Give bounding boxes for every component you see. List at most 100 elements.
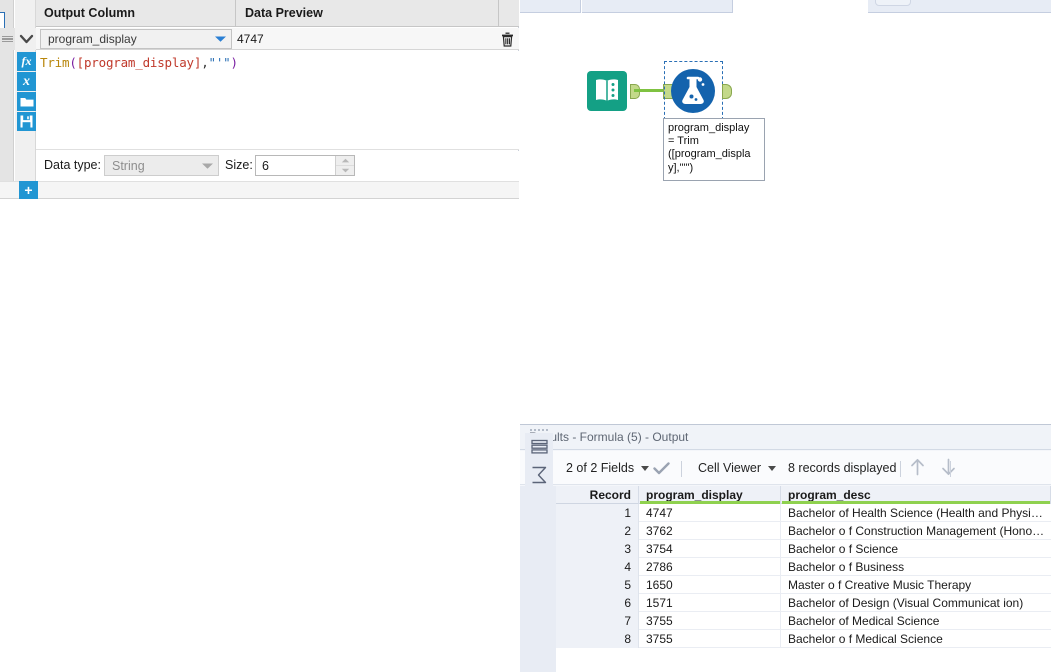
quantity-stepper[interactable] — [335, 156, 354, 175]
x-variable-icon[interactable]: x — [17, 72, 36, 91]
toolbar-divider — [950, 461, 951, 477]
header-actions — [500, 0, 519, 27]
config-bottom-bar — [0, 181, 519, 199]
table-row[interactable]: 2 3762 Bachelor o f Construction Managemen… — [556, 522, 1051, 540]
folder-open-icon[interactable] — [17, 92, 36, 111]
connection-line[interactable] — [634, 89, 666, 92]
cell-program-desc[interactable]: Bachelor o f Science — [782, 540, 1051, 558]
trash-icon[interactable] — [498, 28, 516, 50]
formula-editor[interactable]: Trim([program_display],"'") — [36, 51, 519, 150]
size-value: 6 — [262, 159, 269, 173]
formula-token-close-paren: ) — [230, 55, 239, 70]
cell-program-display[interactable]: 3755 — [640, 612, 781, 630]
fields-selector[interactable]: 2 of 2 Fields — [566, 451, 650, 485]
cell-program-desc[interactable]: Bachelor of Health Science (Health and P… — [782, 504, 1051, 522]
size-label: Size: — [225, 158, 253, 172]
table-row[interactable]: 8 3755 Bachelor o f Medical Science — [556, 630, 1051, 648]
cell-program-desc[interactable]: Master o f Creative Music Therapy — [782, 576, 1051, 594]
cell-program-display[interactable]: 3755 — [640, 630, 781, 648]
output-column-select[interactable]: program_display — [40, 29, 232, 49]
input-data-tool[interactable] — [587, 71, 627, 111]
results-grip-handle[interactable] — [526, 426, 552, 433]
table-row[interactable]: 6 1571 Bachelor of Design (Visual Communic… — [556, 594, 1051, 612]
table-row[interactable]: 3 3754 Bachelor o f Science — [556, 540, 1051, 558]
cell-program-desc[interactable]: Bachelor o f Construction Management (Ho… — [782, 522, 1051, 540]
records-count-label: 8 records displayed — [788, 461, 897, 475]
formula-token-string: "'" — [208, 55, 231, 70]
formula-icon-toolbar: fx x — [17, 52, 36, 132]
annotation-line: = Trim — [668, 135, 699, 148]
cell-record[interactable]: 4 — [556, 558, 639, 576]
arrow-up-icon[interactable] — [910, 458, 925, 479]
formula-token-open-paren: ( — [69, 55, 77, 70]
formula-token-field: [program_display] — [76, 55, 202, 70]
grid-body: 1 4747 Bachelor of Health Science (Health … — [556, 504, 1051, 648]
cell-program-display[interactable]: 2786 — [640, 558, 781, 576]
table-row[interactable]: 1 4747 Bachelor of Health Science (Health … — [556, 504, 1051, 522]
formula-tool-output-anchor[interactable] — [722, 84, 732, 99]
save-disk-icon[interactable] — [17, 112, 36, 131]
data-type-row: Data type: String Size: 6 — [36, 151, 519, 181]
viewer-selector[interactable]: Cell Viewer — [698, 451, 776, 485]
workflow-canvas[interactable] — [520, 0, 1051, 424]
results-title: Results - Formula (5) - Output — [520, 425, 1051, 450]
drag-handle-icon[interactable] — [0, 28, 15, 50]
records-grid-icon[interactable] — [525, 433, 553, 461]
header-output-column: Output Column — [36, 0, 236, 27]
table-row[interactable]: 5 1650 Master o f Creative Music Therapy — [556, 576, 1051, 594]
sigma-summary-icon[interactable] — [525, 461, 553, 489]
table-row[interactable]: 4 2786 Bachelor o f Business — [556, 558, 1051, 576]
data-preview-value: 4747 — [237, 32, 264, 46]
data-type-value: String — [112, 158, 145, 173]
arrow-down-icon[interactable] — [941, 458, 956, 479]
config-empty-area — [0, 199, 519, 672]
cell-record[interactable]: 8 — [556, 630, 639, 648]
column-header-program-display[interactable]: program_display — [640, 486, 781, 504]
cell-record[interactable]: 5 — [556, 576, 639, 594]
cell-record[interactable]: 6 — [556, 594, 639, 612]
chevron-down-icon — [215, 36, 226, 42]
output-column-value: program_display — [48, 32, 137, 46]
canvas-top-strip-left — [520, 0, 581, 13]
cell-program-display[interactable]: 3754 — [640, 540, 781, 558]
formula-text: Trim([program_display],"'") — [40, 55, 238, 70]
app-root: Output Column Data Preview program_displ… — [0, 0, 1051, 672]
size-input[interactable]: 6 — [255, 155, 355, 176]
chevron-down-icon[interactable] — [768, 465, 776, 471]
fields-label: 2 of 2 Fields — [566, 461, 635, 475]
cell-program-display[interactable]: 1571 — [640, 594, 781, 612]
add-formula-button[interactable]: + — [19, 181, 38, 199]
canvas-top-partial-button[interactable] — [875, 0, 911, 6]
cell-record[interactable]: 1 — [556, 504, 639, 522]
formula-tool[interactable] — [670, 68, 716, 114]
viewer-label: Cell Viewer — [698, 461, 761, 475]
cell-program-display[interactable]: 3762 — [640, 522, 781, 540]
column-header-program-desc[interactable]: program_desc — [782, 486, 1051, 504]
chevron-down-icon — [202, 163, 213, 169]
cell-program-display[interactable]: 1650 — [640, 576, 781, 594]
annotation-line: ([program_displa — [668, 148, 751, 161]
fx-function-icon[interactable]: fx — [17, 52, 36, 71]
chevron-down-icon[interactable] — [641, 465, 650, 471]
results-data-grid[interactable]: Record program_display program_desc 1 474… — [556, 486, 1051, 672]
cell-record[interactable]: 3 — [556, 540, 639, 558]
table-row[interactable]: 7 3755 Bachelor of Medical Science — [556, 612, 1051, 630]
chevron-down-icon[interactable] — [16, 28, 36, 50]
formula-token-comma: , — [201, 55, 209, 70]
checkmark-icon[interactable] — [653, 451, 670, 485]
stepper-down-icon[interactable] — [336, 165, 354, 174]
cell-record[interactable]: 2 — [556, 522, 639, 540]
results-panel: Results - Formula (5) - Output 2 of 2 Fi… — [520, 424, 1051, 672]
cell-program-desc[interactable]: Bachelor o f Business — [782, 558, 1051, 576]
cell-program-desc[interactable]: Bachelor of Medical Science — [782, 612, 1051, 630]
data-type-select[interactable]: String — [104, 155, 219, 176]
toolbar-divider — [681, 461, 682, 477]
cell-program-display[interactable]: 4747 — [640, 504, 781, 522]
grid-left-gutter — [520, 486, 556, 672]
cell-program-desc[interactable]: Bachelor of Design (Visual Communicat io… — [782, 594, 1051, 612]
stepper-up-icon[interactable] — [336, 156, 354, 165]
cell-record[interactable]: 7 — [556, 612, 639, 630]
cell-program-desc[interactable]: Bachelor o f Medical Science — [782, 630, 1051, 648]
grid-header-row: Record program_display program_desc — [556, 486, 1051, 504]
column-header-record[interactable]: Record — [556, 486, 639, 504]
